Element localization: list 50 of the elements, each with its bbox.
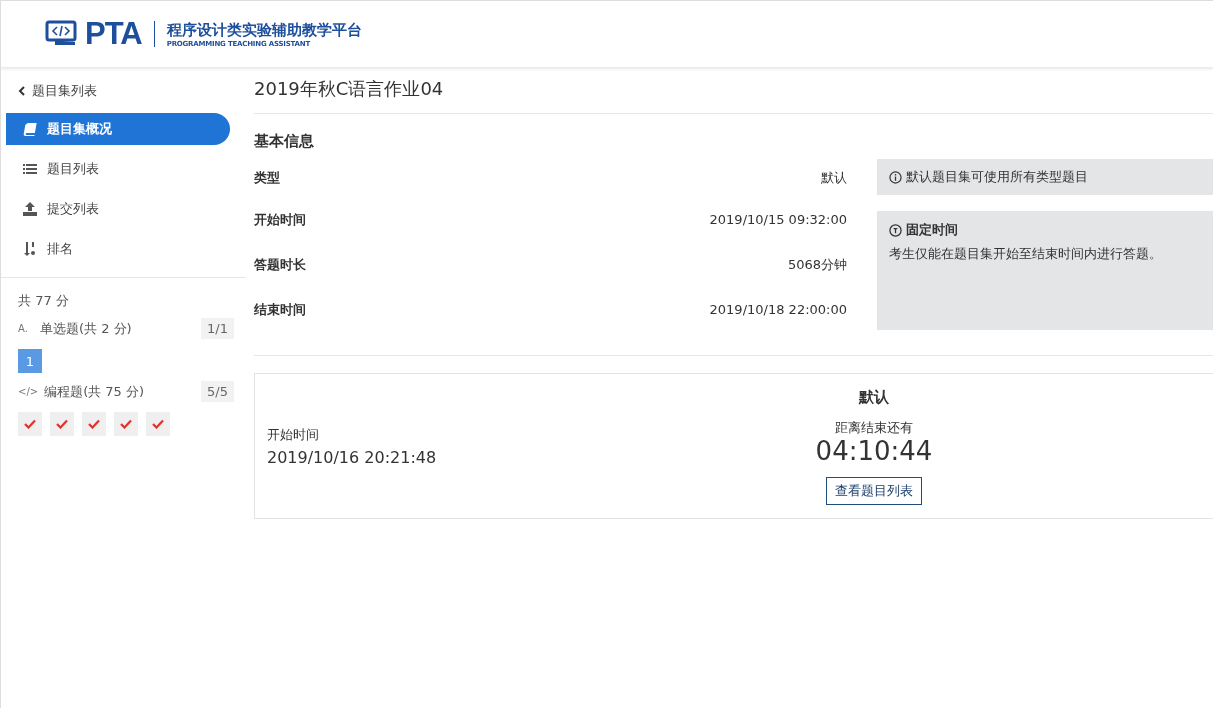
note-text: 考生仅能在题目集开始至结束时间内进行答题。: [889, 245, 1163, 263]
check-icon: [56, 419, 68, 429]
logo-icon: [45, 20, 79, 48]
check-icon: [24, 419, 36, 429]
problem-button[interactable]: [82, 412, 106, 436]
list-icon: [22, 161, 38, 177]
group-title: 单选题(共 2 分): [40, 319, 133, 338]
info-value: 2019/10/15 09:32:00: [709, 212, 847, 227]
info-label: 结束时间: [254, 300, 306, 319]
book-icon: [22, 121, 38, 137]
mode-title: 默认: [859, 388, 889, 407]
back-link[interactable]: 题目集列表: [1, 79, 114, 103]
problem-button[interactable]: [146, 412, 170, 436]
start-label: 开始时间: [267, 425, 320, 444]
group-count: 1/1: [201, 318, 234, 339]
problem-button[interactable]: [18, 412, 42, 436]
info-icon: [889, 170, 902, 184]
section-title: 基本信息: [254, 132, 315, 151]
problem-button[interactable]: [50, 412, 74, 436]
upload-icon: [22, 201, 38, 217]
total-score: 共 77 分: [17, 292, 70, 310]
sidebar-item[interactable]: 题目列表: [6, 153, 230, 185]
group-icon: A.: [18, 323, 34, 334]
info-label: 类型: [254, 169, 280, 187]
view-problems-button[interactable]: 查看题目列表: [826, 477, 922, 505]
group-count: 5/5: [201, 381, 234, 402]
sidebar-item[interactable]: 题目集概况: [6, 113, 230, 145]
countdown: 04:10:44: [815, 437, 933, 465]
check-icon: [88, 419, 100, 429]
check-icon: [120, 419, 132, 429]
group-icon: </>: [18, 386, 39, 397]
info-value: 5068分钟: [787, 255, 847, 274]
info-label: 答题时长: [254, 255, 306, 274]
remaining-label: 距离结束还有: [835, 419, 913, 437]
group-title: 编程题(共 75 分): [44, 382, 146, 401]
info-value: 默认: [821, 169, 847, 187]
check-icon: [152, 419, 164, 429]
problem-button[interactable]: [114, 412, 138, 436]
note-title: 固定时间: [906, 221, 958, 239]
sidebar-item[interactable]: 提交列表: [6, 193, 230, 225]
logo-title: 程序设计类实验辅助教学平台: [166, 20, 362, 40]
page-title: 2019年秋C语言作业04: [254, 65, 1213, 114]
caret-icon: [18, 86, 26, 96]
start-time: 2019/10/16 20:21:48: [267, 447, 438, 467]
logo-text: PTA: [85, 16, 142, 52]
sidebar-item[interactable]: 排名: [6, 233, 230, 265]
sort-icon: [22, 241, 38, 257]
note-text: 默认题目集可使用所有类型题目: [906, 168, 1088, 186]
info-label: 开始时间: [254, 210, 306, 229]
info-value: 2019/10/18 22:00:00: [709, 302, 847, 317]
